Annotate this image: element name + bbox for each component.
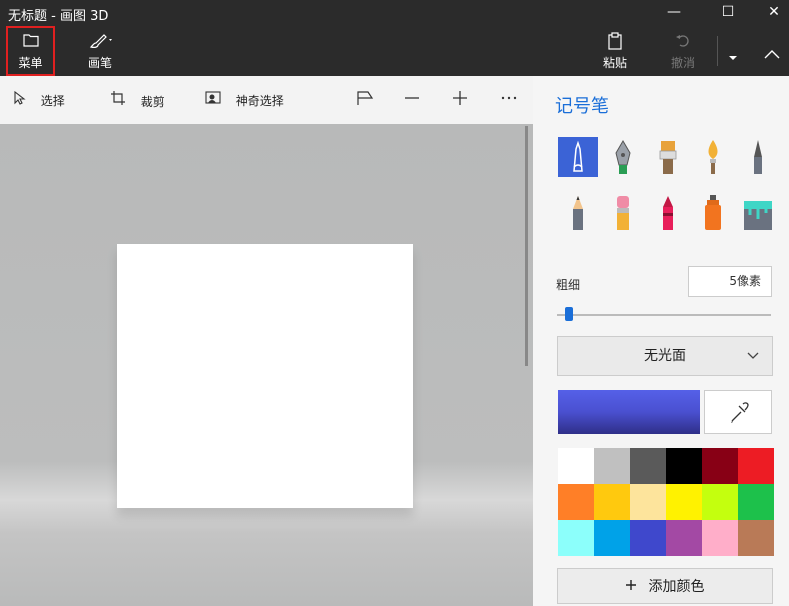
chevron-down-icon <box>746 337 760 390</box>
minus-icon <box>404 95 420 109</box>
undo-button[interactable]: 撤消 <box>664 28 702 74</box>
eyedropper-icon <box>731 402 749 423</box>
thickness-label: 粗细 <box>556 278 581 292</box>
palette-swatch[interactable] <box>594 484 630 520</box>
pixel-pen-tool[interactable] <box>738 137 778 177</box>
palette-swatch[interactable] <box>630 520 666 556</box>
pixel-pen-icon <box>754 140 762 174</box>
minimize-button[interactable]: — <box>651 0 697 24</box>
panel-title: 记号笔 <box>555 96 609 117</box>
palette-swatch[interactable] <box>594 520 630 556</box>
ellipsis-icon <box>500 95 518 109</box>
more-dropdown-button[interactable] <box>724 28 742 74</box>
marker-tool[interactable] <box>558 137 598 177</box>
palette-swatch[interactable] <box>630 448 666 484</box>
thickness-slider-thumb[interactable] <box>565 307 574 321</box>
palette-swatch[interactable] <box>594 448 630 484</box>
maximize-button[interactable]: ☐ <box>705 0 751 24</box>
color-palette <box>558 448 774 556</box>
undo-label: 撤消 <box>670 56 695 70</box>
palette-swatch[interactable] <box>666 484 702 520</box>
zoom-in-button[interactable] <box>452 90 468 110</box>
folder-icon <box>8 32 53 51</box>
crop-tool[interactable]: 裁剪 <box>110 90 165 110</box>
crop-label: 裁剪 <box>140 95 165 109</box>
palette-swatch[interactable] <box>666 520 702 556</box>
spray-can-icon <box>705 195 721 230</box>
oil-brush-tool[interactable] <box>648 137 688 177</box>
flag-button[interactable] <box>356 90 374 110</box>
palette-swatch[interactable] <box>558 484 594 520</box>
calligraphy-pen-tool[interactable] <box>603 137 643 177</box>
palette-swatch[interactable] <box>702 520 738 556</box>
watercolor-tool[interactable] <box>693 137 733 177</box>
palette-swatch[interactable] <box>738 484 774 520</box>
palette-swatch[interactable] <box>702 448 738 484</box>
oil-brush-icon <box>659 141 677 174</box>
more-options-button[interactable] <box>500 90 518 110</box>
finish-dropdown[interactable]: 无光面 <box>557 336 773 376</box>
palette-swatch[interactable] <box>558 448 594 484</box>
select-tool[interactable]: 选择 <box>14 90 65 110</box>
cursor-arrow-icon <box>14 90 31 109</box>
zoom-out-button[interactable] <box>404 90 420 110</box>
thickness-input[interactable]: 5像素 <box>688 266 772 297</box>
palette-swatch[interactable] <box>702 484 738 520</box>
crayon-tool[interactable] <box>648 193 688 233</box>
spray-can-tool[interactable] <box>693 193 733 233</box>
brush-icon <box>78 32 122 54</box>
menu-label: 菜单 <box>18 56 43 70</box>
close-button[interactable]: ✕ <box>751 0 789 24</box>
finish-dropdown-value: 无光面 <box>644 348 686 364</box>
paste-label: 粘贴 <box>602 56 627 70</box>
plus-icon <box>625 576 642 595</box>
fill-bucket-tool[interactable] <box>738 193 778 233</box>
add-color-label: 添加颜色 <box>648 579 705 595</box>
magic-select-tool[interactable]: 神奇选择 <box>205 90 284 110</box>
watercolor-icon <box>708 140 718 174</box>
thickness-slider-track[interactable] <box>557 314 771 316</box>
plus-icon <box>452 91 468 109</box>
title-bar: 无标题 - 画图 3D — ☐ ✕ <box>0 0 789 24</box>
collapse-ribbon-button[interactable] <box>760 28 784 74</box>
brushes-button[interactable]: 画笔 <box>78 28 122 74</box>
eraser-tool[interactable] <box>603 193 643 233</box>
select-label: 选择 <box>40 94 65 108</box>
paste-button[interactable]: 粘贴 <box>596 28 634 74</box>
palette-swatch[interactable] <box>738 520 774 556</box>
brushes-label: 画笔 <box>87 56 112 70</box>
undo-icon <box>664 32 702 52</box>
toolbar-separator <box>717 36 718 66</box>
menu-button[interactable]: 菜单 <box>6 26 55 76</box>
palette-swatch[interactable] <box>666 448 702 484</box>
flag-icon <box>356 91 374 109</box>
pencil-icon <box>573 196 583 230</box>
workspace-scrollbar[interactable] <box>525 126 528 366</box>
main-toolbar: 菜单 画笔 粘贴 撤消 <box>0 24 789 76</box>
fill-bucket-icon <box>744 201 772 230</box>
add-color-button[interactable]: 添加颜色 <box>557 568 773 604</box>
crayon-icon <box>663 196 673 230</box>
palette-swatch[interactable] <box>738 448 774 484</box>
drawing-canvas[interactable] <box>117 244 413 508</box>
chevron-up-icon <box>760 44 784 63</box>
pencil-tool[interactable] <box>558 193 598 233</box>
clipboard-icon <box>596 32 634 54</box>
current-color-swatch[interactable] <box>558 390 700 434</box>
workspace <box>0 124 533 606</box>
crop-icon <box>110 91 131 110</box>
chevron-down-icon <box>724 46 742 65</box>
magic-select-icon <box>205 91 226 109</box>
marker-icon <box>573 140 583 172</box>
calligraphy-pen-icon <box>615 140 631 174</box>
eyedropper-button[interactable] <box>704 390 772 434</box>
magic-select-label: 神奇选择 <box>235 94 284 108</box>
palette-swatch[interactable] <box>630 484 666 520</box>
tool-panel: 记号笔 粗细 5像素 无光面 添加颜色 <box>533 76 789 606</box>
palette-swatch[interactable] <box>558 520 594 556</box>
eraser-icon <box>617 196 629 230</box>
canvas-toolbar: 选择 裁剪 神奇选择 <box>0 76 533 124</box>
window-title: 无标题 - 画图 3D <box>8 9 109 24</box>
